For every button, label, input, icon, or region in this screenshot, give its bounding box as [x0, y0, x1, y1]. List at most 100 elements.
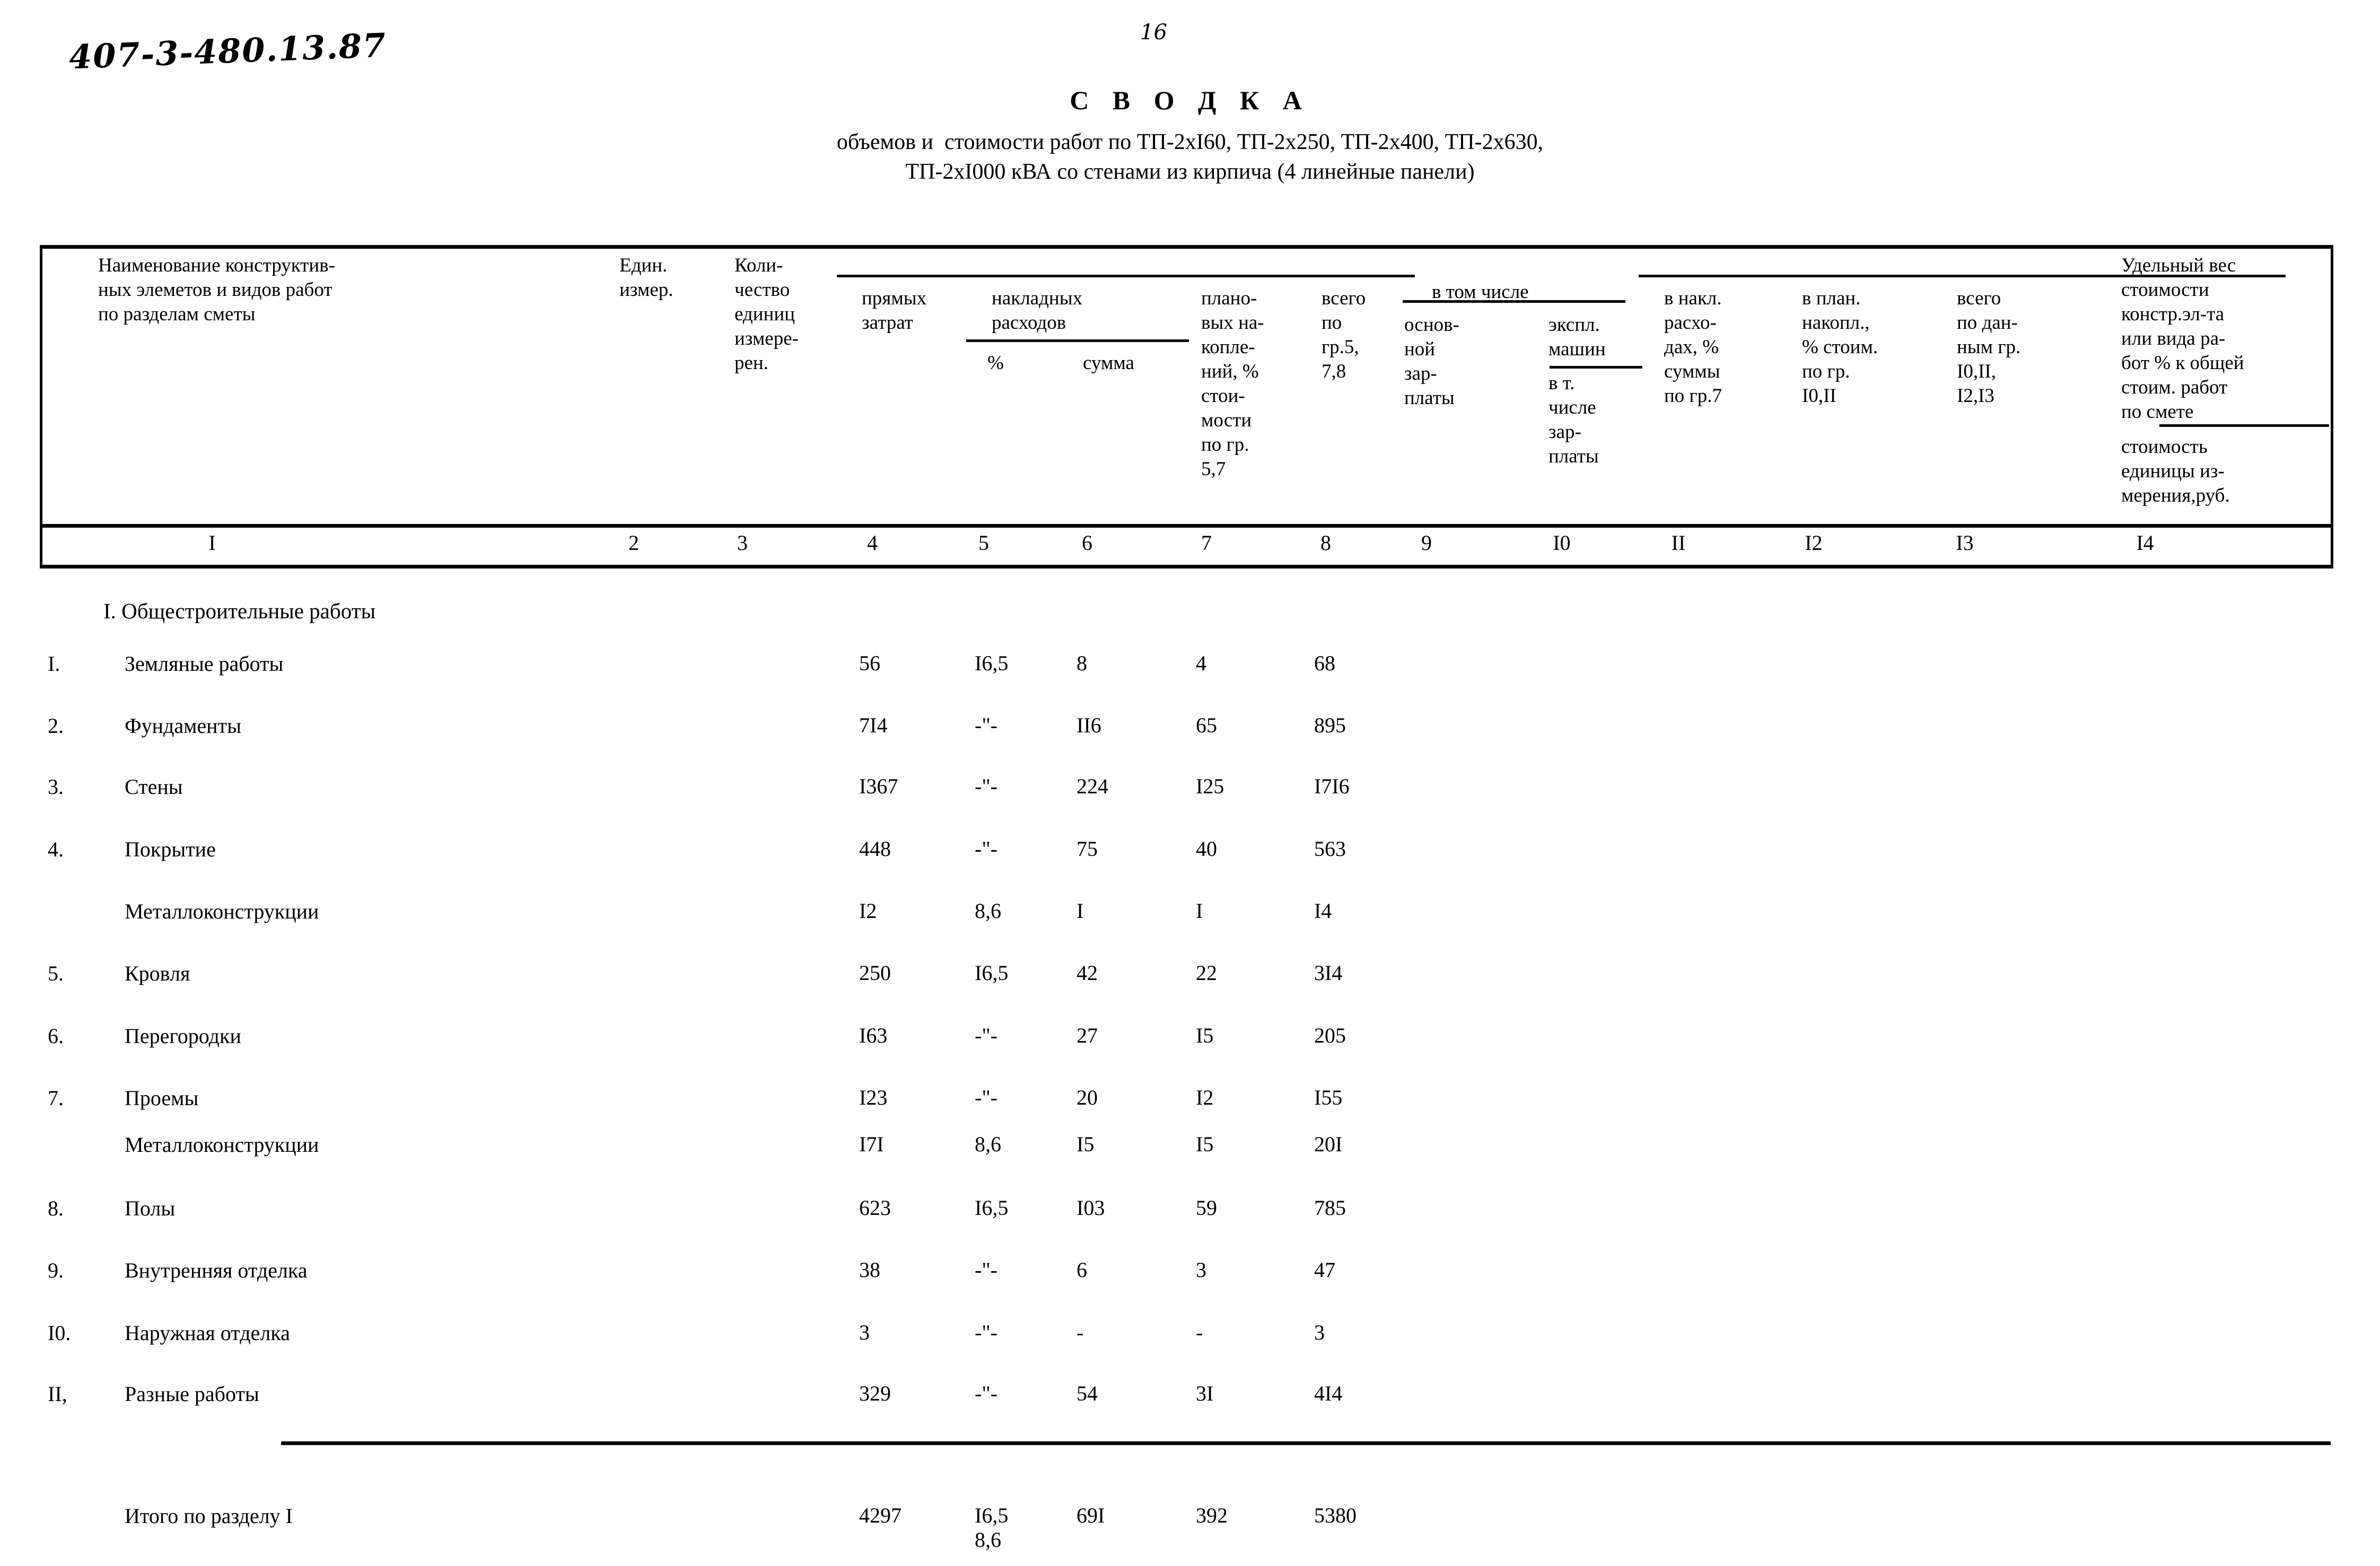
cell-c7: I5: [1196, 1132, 1214, 1156]
totals-cell-c5: I6,5 8,6: [975, 1503, 1009, 1552]
cell-c5: 8,6: [975, 899, 1001, 923]
header-col-14-bottom: стоимость единицы из- мерения,руб.: [2121, 436, 2230, 506]
header-col-12: в план. накопл., % стоим. по гр. I0,II: [1802, 287, 1878, 407]
column-number-9: 9: [1421, 531, 1432, 555]
cell-c6: 6: [1077, 1258, 1087, 1282]
cell-c5: -"-: [975, 1381, 998, 1405]
cell-c5: I6,5: [975, 961, 1009, 985]
cell-c4: 448: [859, 837, 891, 861]
subtitle-line-1: объемов и стоимости работ по ТП-2хI60, Т…: [836, 130, 1544, 154]
cell-c7: 65: [1196, 713, 1217, 737]
cell-c8: 3: [1314, 1320, 1325, 1344]
row-label: Земляные работы: [125, 652, 284, 676]
cell-c8: 47: [1314, 1258, 1335, 1282]
row-index: 3.: [48, 775, 64, 799]
row-label: Проемы: [125, 1086, 199, 1110]
totals-cell-c4: 4297: [859, 1503, 902, 1527]
cell-c4: I23: [859, 1086, 888, 1109]
header-col-2: Един. измер.: [619, 255, 673, 301]
header-col-13: всего по дан- ным гр. I0,II, I2,I3: [1957, 287, 2021, 407]
column-number-5: 5: [978, 531, 989, 555]
cell-c8: 785: [1314, 1196, 1346, 1220]
cell-c6: I03: [1077, 1196, 1105, 1220]
cell-c5: -"-: [975, 837, 998, 861]
cell-c8: I4: [1314, 899, 1332, 923]
totals-cell-c7: 392: [1196, 1503, 1228, 1527]
rule-under-specific-weight: [2159, 424, 2329, 427]
rule-under-direct-costs-group: [837, 275, 1415, 277]
cell-c4: 3: [859, 1320, 870, 1344]
header-col-10-top: экспл. машин: [1548, 314, 1606, 360]
cell-c6: I5: [1077, 1132, 1095, 1156]
document-page: 407-3-480.13.87 16 С В О Д К А объемов и…: [0, 0, 2380, 1566]
column-number-8: 8: [1320, 531, 1331, 555]
cell-c6: 75: [1077, 837, 1098, 861]
row-index: 7.: [48, 1086, 64, 1110]
column-number-4: 4: [867, 531, 878, 555]
header-col-4: прямых затрат: [862, 287, 927, 334]
header-col-14-top: Удельный вес стоимости констр.эл-та или …: [2121, 255, 2244, 423]
subtitle-line-2: ТП-2хI000 кВА со стенами из кирпича (4 л…: [905, 160, 1475, 184]
cell-c8: 3I4: [1314, 961, 1343, 985]
header-col-6: сумма: [1083, 352, 1134, 374]
header-col-7: плано- вых на- копле- ний, % стои- мости…: [1201, 287, 1264, 480]
table-header-bottom-border: [40, 524, 2333, 528]
cell-c4: I2: [859, 899, 877, 923]
project-code-handwritten: 407-3-480.13.87: [68, 25, 388, 77]
row-index: 9.: [48, 1258, 64, 1282]
cell-c8: 895: [1314, 713, 1346, 737]
row-label: Покрытие: [125, 837, 216, 861]
table-left-border: [40, 245, 42, 565]
cell-c4: I7I: [859, 1132, 884, 1156]
row-label: Металлоконструкции: [125, 1133, 319, 1157]
row-label: Внутренняя отделка: [125, 1258, 308, 1282]
header-group-overheads: накладных расходов: [992, 287, 1083, 334]
table-colnum-bottom-border: [40, 565, 2333, 568]
row-label: Стены: [125, 775, 183, 799]
cell-c7: 4: [1196, 651, 1206, 675]
column-number-12: I2: [1805, 531, 1823, 555]
row-index: 5.: [48, 961, 64, 985]
column-number-6: 6: [1082, 531, 1092, 555]
cell-c6: II6: [1077, 713, 1101, 737]
cell-c7: 40: [1196, 837, 1217, 861]
column-number-1: I: [208, 531, 216, 555]
cell-c6: 8: [1077, 651, 1087, 675]
cell-c5: I6,5: [975, 1196, 1009, 1220]
row-label: Наружная отделка: [125, 1321, 290, 1345]
cell-c8: 20I: [1314, 1132, 1343, 1156]
cell-c4: 250: [859, 961, 891, 985]
cell-c6: I: [1077, 899, 1084, 923]
column-number-14: I4: [2136, 531, 2154, 555]
cell-c5: -"-: [975, 1258, 998, 1282]
rule-under-mashin: [1550, 366, 1642, 369]
row-index: 4.: [48, 837, 64, 861]
cell-c7: 22: [1196, 961, 1217, 985]
cell-c7: 3I: [1196, 1381, 1214, 1405]
row-index: I0.: [48, 1321, 71, 1345]
section-heading: I. Общестроительные работы: [103, 599, 376, 623]
cell-c8: I7I6: [1314, 774, 1350, 798]
column-number-13: I3: [1956, 531, 1974, 555]
row-label: Кровля: [125, 961, 190, 985]
column-number-7: 7: [1201, 531, 1212, 555]
cell-c5: -"-: [975, 1086, 998, 1109]
header-col-9: основ- ной зар- платы: [1404, 314, 1459, 409]
row-index: II,: [48, 1382, 67, 1406]
row-label: Фундаменты: [125, 714, 241, 738]
page-subtitle: объемов и стоимости работ по ТП-2хI60, Т…: [0, 127, 2380, 187]
cell-c5: I6,5: [975, 651, 1009, 675]
row-index: I.: [48, 652, 60, 676]
cell-c5: -"-: [975, 713, 998, 737]
row-label: Полы: [125, 1196, 176, 1220]
cell-c8: 563: [1314, 837, 1346, 861]
cell-c7: I5: [1196, 1023, 1214, 1047]
cell-c6: -: [1077, 1320, 1084, 1344]
cell-c7: -: [1196, 1320, 1203, 1344]
cell-c7: 3: [1196, 1258, 1206, 1282]
header-col-3: Коли- чество единиц измере- рен.: [734, 255, 799, 374]
cell-c8: I55: [1314, 1086, 1343, 1109]
header-col-10-bottom: в т. числе зар- платы: [1548, 372, 1599, 467]
cell-c6: 224: [1077, 774, 1108, 798]
cell-c8: 68: [1314, 651, 1335, 675]
